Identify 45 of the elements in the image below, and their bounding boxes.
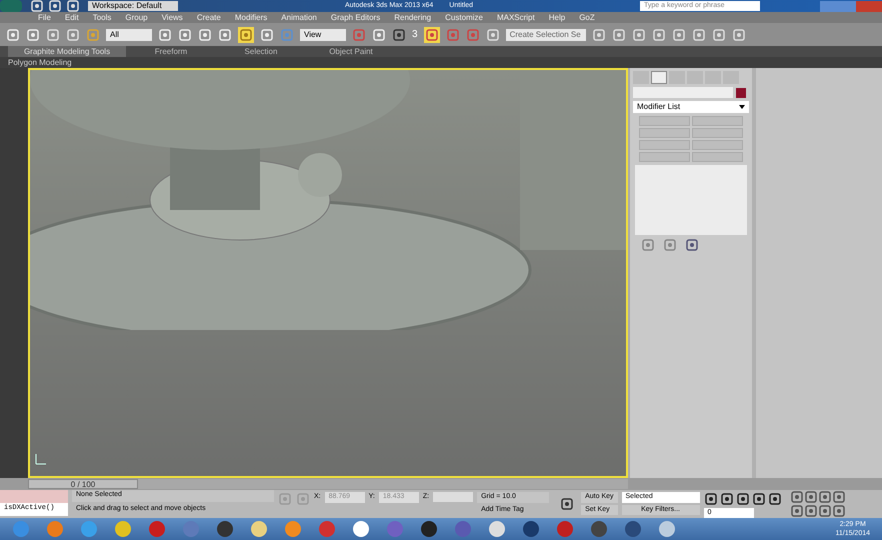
time-slider-thumb[interactable]: 0 / 100 — [28, 479, 138, 489]
command-tab[interactable] — [651, 71, 667, 84]
z-coordinate-field[interactable] — [433, 492, 474, 502]
modifier-set-button[interactable] — [639, 116, 690, 126]
modifier-set-button[interactable] — [639, 128, 690, 138]
ribbon-tab[interactable]: Freeform — [126, 46, 216, 58]
menu-item[interactable]: Tools — [92, 12, 112, 24]
object-color-swatch[interactable] — [736, 88, 746, 98]
menu-item[interactable]: Animation — [281, 12, 317, 24]
workspace-dropdown[interactable]: Workspace: Default — [88, 1, 178, 11]
menu-item[interactable]: GoZ — [579, 12, 595, 24]
named-selection-dropdown[interactable]: Create Selection Se — [506, 28, 586, 40]
menu-item[interactable]: Group — [125, 12, 148, 24]
menu-item[interactable]: Graph Editors — [330, 12, 380, 24]
reference-coordinate-dropdown[interactable]: View — [300, 28, 346, 40]
menu-item[interactable]: Customize — [445, 12, 483, 24]
minimize-button[interactable] — [820, 0, 838, 12]
dropdown-caret-icon — [739, 105, 745, 109]
menu-item[interactable]: Modifiers — [234, 12, 268, 24]
selection-filter-dropdown[interactable]: All — [106, 28, 152, 40]
modifier-set-button[interactable] — [639, 152, 690, 162]
axis-tripod-icon — [34, 452, 48, 466]
modifier-set-button[interactable] — [639, 140, 690, 150]
modifier-set-button[interactable] — [692, 116, 743, 126]
menu-item[interactable]: File — [38, 12, 51, 24]
menu-item[interactable]: MAXScript — [496, 12, 535, 24]
close-button[interactable] — [856, 0, 882, 12]
menu-item[interactable]: Edit — [64, 12, 79, 24]
menu-item[interactable]: Create — [196, 12, 221, 24]
ribbon-tab[interactable]: Selection — [216, 46, 306, 58]
ribbon-panel: Polygon Modeling — [0, 57, 882, 68]
snap-toggle[interactable]: 3 — [412, 27, 418, 42]
modifier-set-button[interactable] — [692, 140, 743, 150]
object-name-field[interactable] — [633, 87, 733, 98]
menu-item[interactable]: Rendering — [394, 12, 432, 24]
viewport[interactable] — [28, 68, 628, 478]
modifier-set-button[interactable] — [692, 128, 743, 138]
modifier-set-button[interactable] — [692, 152, 743, 162]
maximize-button[interactable] — [838, 0, 856, 12]
menu-item[interactable]: Help — [548, 12, 566, 24]
time-slider-track[interactable]: 0 / 100 — [28, 479, 628, 489]
ribbon-tab[interactable]: Object Paint — [306, 46, 396, 58]
modifier-list-dropdown[interactable]: Modifier List — [633, 101, 749, 113]
ribbon-tab[interactable]: Graphite Modeling Tools — [8, 46, 126, 58]
menu-item[interactable]: Views — [162, 12, 183, 24]
